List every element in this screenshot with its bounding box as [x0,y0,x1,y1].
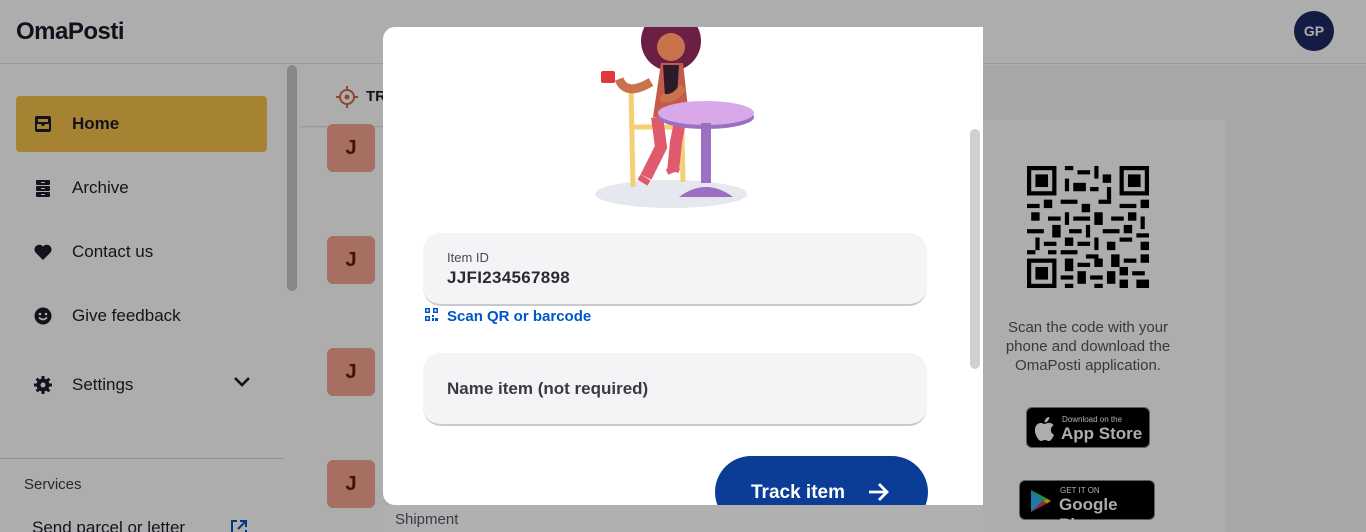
item-id-field[interactable]: Item ID JJFI234567898 [423,233,927,306]
qr-scan-icon [425,308,438,325]
item-id-input[interactable]: JJFI234567898 [447,268,570,288]
shipment-label-overlay: Shipment [395,511,459,528]
name-item-placeholder: Name item (not required) [447,379,649,398]
modal-scrollbar[interactable] [970,129,980,369]
modal-bottom-overlay [383,505,983,532]
woman-at-cafe-illustration [595,27,754,208]
track-item-label: Track item [751,482,845,503]
name-item-field[interactable]: Name item (not required) [423,353,927,426]
item-id-label: Item ID [447,250,489,265]
scan-qr-link[interactable]: Scan QR or barcode [425,308,591,325]
scan-qr-label: Scan QR or barcode [447,308,592,325]
